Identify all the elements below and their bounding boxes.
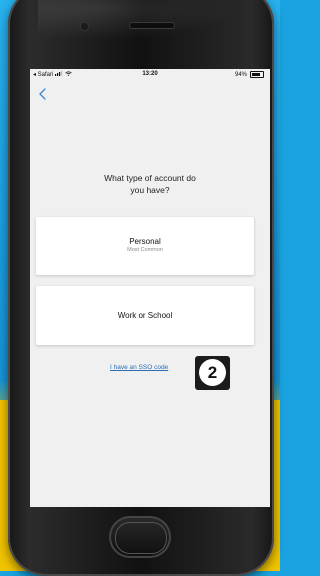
question-line-2: you have? [130,185,170,195]
status-bar: ◂ Safari 13:20 94% [30,69,270,81]
work-school-title: Work or School [117,311,173,320]
account-type-question: What type of account do you have? [30,172,270,196]
step-badge: 2 [195,356,230,390]
personal-title: Personal [129,237,161,246]
phone-screen: ◂ Safari 13:20 94% What type of account … [30,69,270,507]
battery-icon [250,71,264,78]
home-button-ring [115,522,167,554]
step-number: 2 [199,359,226,386]
battery-percent: 94% [234,71,247,78]
personal-account-option[interactable]: Personal Most Common [36,217,254,275]
front-camera [81,23,88,30]
question-line-1: What type of account do [104,173,196,183]
phone-sheen [38,0,238,40]
work-school-account-option[interactable]: Work or School [36,286,254,345]
back-button[interactable] [36,87,50,101]
chevron-left-icon [39,88,46,100]
home-button[interactable] [109,516,171,558]
sso-code-link[interactable]: I have an SSO code [110,364,168,371]
earpiece-speaker [130,23,174,28]
personal-subtitle: Most Common [127,247,163,253]
status-right: 94% [235,71,264,78]
